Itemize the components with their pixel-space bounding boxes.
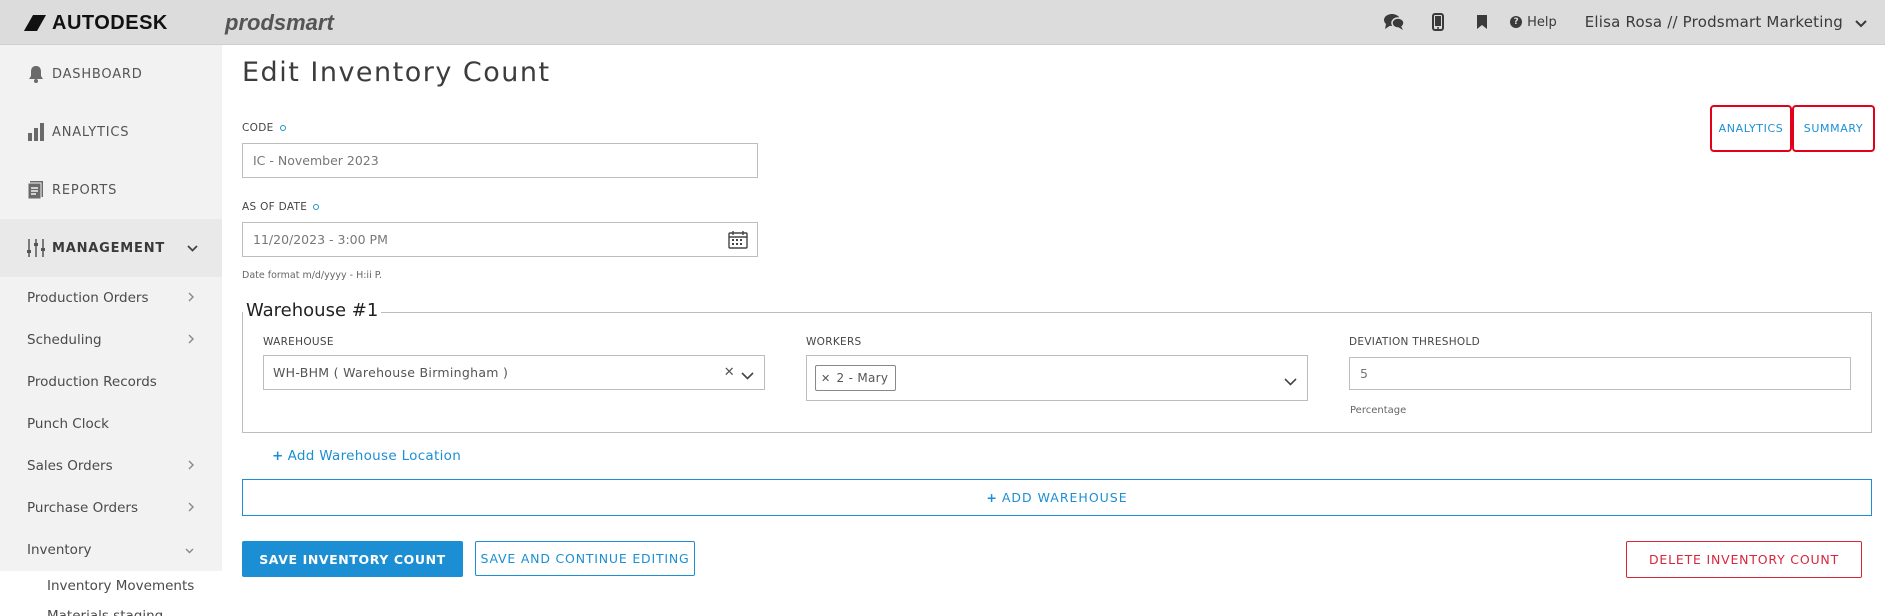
autodesk-mark-icon [24, 14, 46, 33]
sidebar-item-label: REPORTS [52, 182, 118, 198]
analytics-tab[interactable]: ANALYTICS [1710, 105, 1792, 152]
sidebar-item-scheduling[interactable]: Scheduling [0, 319, 222, 361]
sidebar-item-purchase-orders[interactable]: Purchase Orders [0, 487, 222, 529]
sidebar-item-dashboard[interactable]: DASHBOARD [0, 45, 222, 103]
product-logo[interactable]: prodsmart [225, 10, 334, 36]
date-format-hint: Date format m/d/yyyy - H:ii P. [242, 270, 382, 281]
percentage-hint: Percentage [1350, 405, 1407, 416]
chevron-down-icon[interactable] [741, 368, 754, 383]
help-label: Help [1527, 14, 1557, 30]
warehouse-select-value: WH-BHM ( Warehouse Birmingham ) [273, 365, 509, 380]
as-of-date-label-text: AS OF DATE [242, 201, 308, 213]
sidebar-item-management[interactable]: MANAGEMENT [0, 219, 222, 277]
main-content: Edit Inventory Count ANALYTICS SUMMARY C… [222, 45, 1885, 616]
deviation-threshold-input[interactable]: 5 [1349, 357, 1851, 390]
autodesk-logo[interactable]: AUTODESK [24, 12, 168, 35]
sidebar-item-inventory[interactable]: Inventory [0, 529, 222, 571]
warehouse-title: Warehouse #1 [243, 300, 382, 321]
sidebar-item-label: Production Records [27, 374, 157, 390]
bar-chart-icon [26, 122, 46, 142]
sidebar-item-label: Inventory [27, 542, 92, 558]
worker-tag: ✕ 2 - Mary [815, 365, 897, 391]
sidebar-item-inventory-movements[interactable]: Inventory Movements [0, 571, 222, 601]
calendar-icon[interactable] [728, 231, 748, 252]
required-indicator-icon [279, 125, 286, 131]
code-input-value: IC - November 2023 [253, 153, 379, 168]
add-warehouse-location-link[interactable]: + Add Warehouse Location [272, 448, 461, 464]
workers-label: WORKERS [806, 336, 862, 348]
sidebar-item-label: Scheduling [27, 332, 102, 348]
chevron-down-icon[interactable] [1284, 374, 1297, 389]
sidebar-item-punch-clock[interactable]: Punch Clock [0, 403, 222, 445]
save-inventory-count-button[interactable]: SAVE INVENTORY COUNT [242, 541, 463, 577]
sidebar-item-label: Purchase Orders [27, 500, 138, 516]
workers-select[interactable]: ✕ 2 - Mary [806, 355, 1308, 401]
summary-tab[interactable]: SUMMARY [1792, 105, 1875, 152]
code-label-text: CODE [242, 122, 274, 134]
warehouse-label: WAREHOUSE [263, 336, 334, 348]
sidebar-item-label: ANALYTICS [52, 124, 130, 140]
as-of-date-input[interactable]: 11/20/2023 - 3:00 PM [242, 222, 758, 257]
chevron-right-icon [188, 458, 194, 474]
deviation-threshold-label: DEVIATION THRESHOLD [1349, 336, 1481, 348]
plus-icon: + [272, 448, 284, 464]
management-submenu: Production Orders Scheduling Production … [0, 277, 222, 616]
chevron-right-icon [188, 500, 194, 516]
add-warehouse-label: ADD WAREHOUSE [1001, 490, 1128, 505]
chevron-down-icon[interactable] [1855, 13, 1867, 32]
clear-icon[interactable]: ✕ [724, 365, 735, 380]
user-menu[interactable]: Elisa Rosa // Prodsmart Marketing [1585, 13, 1843, 31]
add-warehouse-button[interactable]: + ADD WAREHOUSE [242, 479, 1872, 516]
sidebar-item-label: Materials staging [47, 608, 164, 616]
chat-icon[interactable] [1372, 0, 1416, 44]
chevron-down-icon [185, 542, 194, 558]
sidebar-item-label: MANAGEMENT [52, 240, 166, 256]
add-warehouse-location-label: Add Warehouse Location [287, 448, 462, 464]
deviation-threshold-value: 5 [1360, 366, 1368, 381]
sliders-icon [26, 238, 46, 258]
sidebar: DASHBOARD ANALYTICS REPORTS MANAGEMENT P… [0, 45, 222, 616]
code-label: CODE [242, 122, 286, 134]
as-of-date-value: 11/20/2023 - 3:00 PM [253, 232, 388, 247]
page-title: Edit Inventory Count [242, 57, 551, 88]
sidebar-item-label: DASHBOARD [52, 66, 143, 82]
report-icon [26, 180, 46, 200]
chevron-right-icon [188, 290, 194, 306]
brand-text: AUTODESK [52, 12, 168, 34]
bookmark-icon[interactable] [1460, 0, 1504, 44]
bell-icon [26, 64, 46, 84]
sidebar-item-materials-staging[interactable]: Materials staging [0, 601, 222, 616]
help-icon: ? [1510, 16, 1523, 28]
save-and-continue-button[interactable]: SAVE AND CONTINUE EDITING [475, 541, 695, 576]
top-bar: AUTODESK prodsmart ? Help Elisa Rosa // … [0, 0, 1885, 45]
worker-tag-label: 2 - Mary [836, 371, 889, 385]
sidebar-item-production-records[interactable]: Production Records [0, 361, 222, 403]
top-right-nav: ? Help Elisa Rosa // Prodsmart Marketing [1372, 0, 1885, 44]
sidebar-item-label: Inventory Movements [47, 578, 195, 594]
as-of-date-label: AS OF DATE [242, 201, 320, 213]
chevron-right-icon [188, 332, 194, 348]
sidebar-item-production-orders[interactable]: Production Orders [0, 277, 222, 319]
sidebar-item-label: Punch Clock [27, 416, 109, 432]
sidebar-item-label: Sales Orders [27, 458, 113, 474]
sidebar-item-label: Production Orders [27, 290, 149, 306]
delete-inventory-count-button[interactable]: DELETE INVENTORY COUNT [1626, 541, 1862, 578]
mobile-icon[interactable] [1416, 0, 1460, 44]
code-input[interactable]: IC - November 2023 [242, 143, 758, 178]
warehouse-select[interactable]: WH-BHM ( Warehouse Birmingham ) ✕ [263, 355, 765, 390]
required-indicator-icon [313, 204, 320, 210]
chevron-down-icon [187, 241, 198, 256]
help-link[interactable]: ? Help [1510, 15, 1557, 30]
plus-icon: + [986, 490, 998, 505]
sidebar-item-sales-orders[interactable]: Sales Orders [0, 445, 222, 487]
sidebar-item-analytics[interactable]: ANALYTICS [0, 103, 222, 161]
remove-tag-icon[interactable]: ✕ [821, 372, 831, 385]
sidebar-item-reports[interactable]: REPORTS [0, 161, 222, 219]
